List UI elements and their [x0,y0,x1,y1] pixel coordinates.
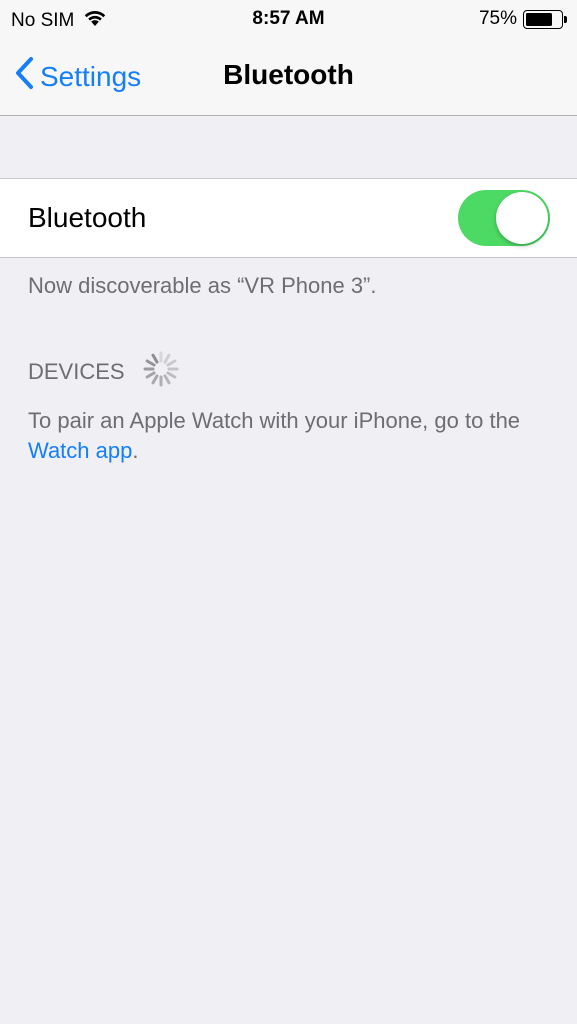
battery-percent: 75% [478,8,517,29]
pair-hint-suffix: . [132,438,139,463]
status-bar: No SIM 8:57 AM 75% [0,0,577,38]
battery-nub [564,15,567,23]
spinner-spoke [151,353,159,364]
spinner-spoke [166,359,176,367]
battery-icon [523,9,567,29]
discoverable-text: Now discoverable as “VR Phone 3”. [28,273,377,298]
pair-hint: To pair an Apple Watch with your iPhone,… [28,406,558,466]
watch-app-link[interactable]: Watch app [28,438,132,463]
page-title: Bluetooth [223,59,354,90]
spinner-spoke [163,374,171,385]
navigation-bar: Settings Bluetooth [0,38,577,116]
spinner-spoke [166,371,176,379]
loading-spinner-icon [143,351,179,393]
devices-section-header: DEVICES [28,351,179,393]
bluetooth-cell: Bluetooth [0,178,577,258]
spinner-spoke [151,374,159,385]
spinner-spoke [163,353,171,364]
spinner-spoke [145,359,156,367]
battery-fill [526,12,552,26]
status-right: 75% [478,8,567,30]
devices-header-label: DEVICES [28,359,125,384]
toggle-knob [496,192,548,244]
bluetooth-cell-label: Bluetooth [28,202,147,233]
spinner-spoke [145,371,156,379]
pair-hint-prefix: To pair an Apple Watch with your iPhone,… [28,408,521,433]
bluetooth-toggle[interactable] [458,190,550,246]
